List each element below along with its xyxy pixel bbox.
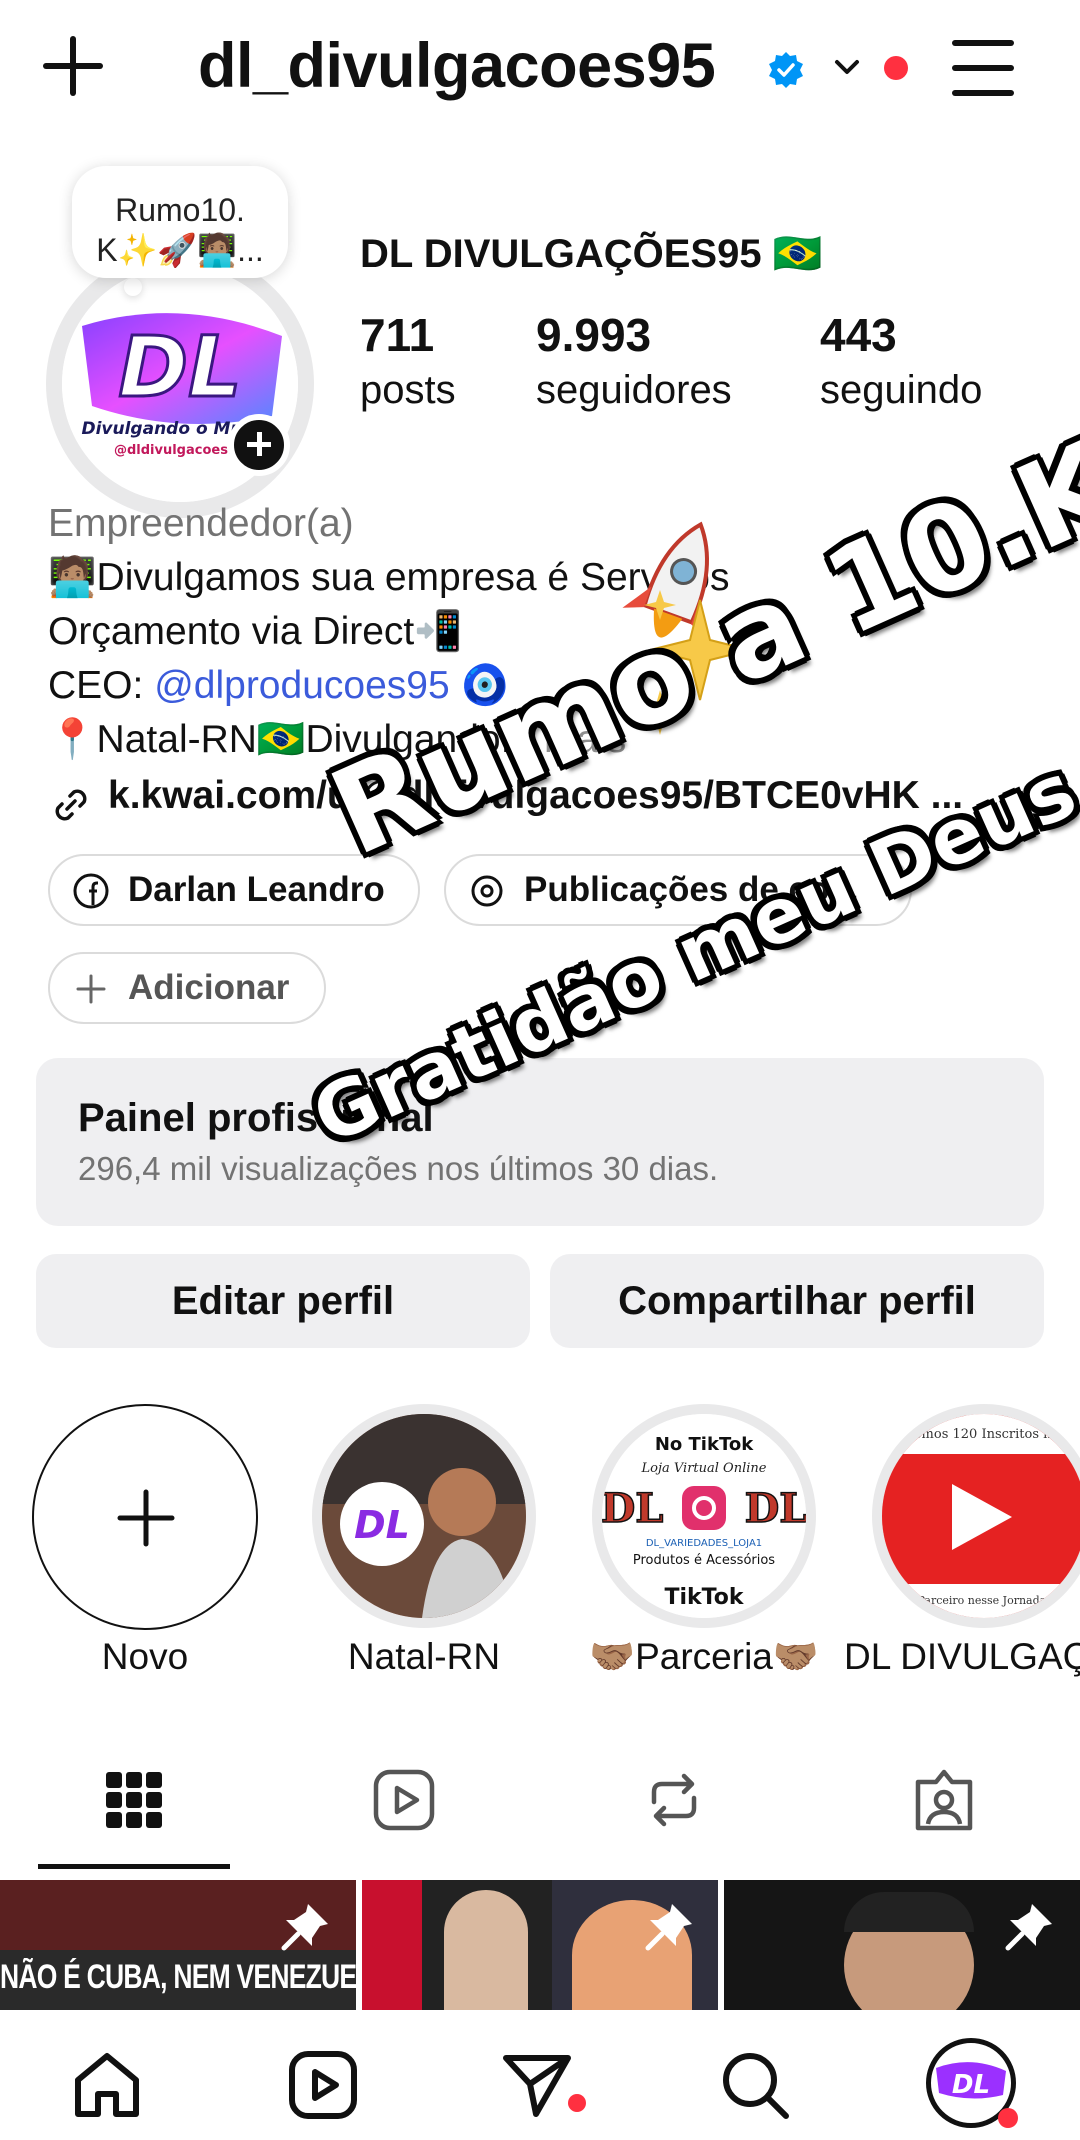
svg-text:DL: DL — [602, 1485, 663, 1532]
highlight-photo: No TikTok Loja Virtual Online DL DL DL_V… — [602, 1414, 806, 1618]
display-name: DL DIVULGAÇÕES95 🇧🇷 — [360, 232, 823, 276]
notification-dot — [568, 2094, 586, 2112]
mention-link[interactable]: @dlproducoes95 — [154, 664, 449, 707]
stat-label: seguindo — [820, 368, 983, 412]
home-icon[interactable] — [70, 2048, 144, 2122]
stat-posts[interactable]: 711 posts — [360, 308, 456, 413]
highlight-text: Estão já Somos 120 Inscritos no YouTube — [882, 1427, 1080, 1442]
stat-following[interactable]: 443 seguindo — [820, 308, 982, 413]
highlight-parceria[interactable]: No TikTok Loja Virtual Online DL DL DL_V… — [592, 1404, 816, 1628]
note-tail — [124, 278, 142, 296]
notification-dot — [884, 56, 908, 80]
top-bar: dl_divulgacoes95 — [0, 0, 1080, 140]
pin-icon — [1005, 1904, 1052, 1951]
bio-text: CEO: — [48, 664, 155, 707]
bio-line: Orçamento via Direct📲 — [48, 610, 463, 653]
avatar-handle: @dldivulgacoes95 — [114, 443, 246, 458]
highlight-text: DL_VARIEDADES_LOJA1 — [646, 1538, 762, 1549]
stat-number: 711 — [360, 309, 435, 361]
send-icon[interactable] — [500, 2048, 574, 2122]
highlight-photo: Estão já Somos 120 Inscritos no YouTube … — [882, 1414, 1080, 1618]
share-profile-button[interactable]: Compartilhar perfil — [550, 1254, 1044, 1348]
highlight-dl[interactable]: Estão já Somos 120 Inscritos no YouTube … — [872, 1404, 1080, 1628]
stat-number: 9.993 — [536, 309, 652, 361]
highlight-text: Loja Virtual Online — [641, 1461, 767, 1476]
chip-label: Adicionar — [128, 968, 290, 1007]
pin-icon — [281, 1904, 328, 1951]
stat-followers[interactable]: 9.993 seguidores — [536, 308, 732, 413]
highlight-natal[interactable]: DL — [312, 1404, 536, 1628]
post-caption: NÃO É CUBA, NEM VENEZUELA — [0, 1958, 356, 1996]
note-text: Rumo10. K✨🚀🧑🏽‍💻... — [96, 192, 264, 268]
highlight-logo: DL — [354, 1503, 410, 1547]
pin-icon — [645, 1904, 692, 1951]
search-icon[interactable] — [718, 2048, 792, 2122]
grid-post[interactable] — [724, 1880, 1080, 2010]
highlight-text: Seja Nosso Parceiro nesse Jornada Link A… — [882, 1594, 1080, 1607]
plus-icon — [117, 1489, 175, 1547]
profile-note[interactable]: Rumo10. K✨🚀🧑🏽‍💻... — [72, 166, 288, 278]
svg-text:DL: DL — [745, 1485, 806, 1532]
highlight-label: Novo — [101, 1636, 189, 1677]
reels-icon[interactable] — [286, 2048, 360, 2122]
stat-label: posts — [360, 368, 456, 412]
username-title[interactable]: dl_divulgacoes95 — [198, 30, 716, 102]
reposts-icon[interactable] — [642, 1768, 706, 1832]
verified-icon — [769, 52, 803, 88]
stat-label: seguidores — [536, 368, 732, 412]
edit-profile-button[interactable]: Editar perfil — [36, 1254, 530, 1348]
highlight-photo: DL — [322, 1414, 526, 1618]
highlight-text: No TikTok — [655, 1434, 754, 1455]
highlight-label: DL DIVULGAÇ — [844, 1636, 1080, 1677]
plus-icon — [76, 974, 106, 1004]
menu-icon[interactable] — [952, 38, 1014, 98]
link-icon — [55, 789, 87, 821]
highlight-label: 🤝🏽Parceria🤝🏽 — [589, 1636, 819, 1677]
facebook-icon — [73, 873, 109, 909]
profile-avatar-text: DL — [952, 2070, 990, 2100]
highlight-text: TikTok — [664, 1585, 744, 1610]
professional-dashboard[interactable]: Painel profissional 296,4 mil visualizaç… — [36, 1058, 1044, 1226]
threads-icon — [471, 875, 503, 907]
tagged-icon[interactable] — [912, 1768, 976, 1832]
highlight-label: Natal-RN — [347, 1636, 501, 1677]
stat-number: 443 — [820, 309, 897, 361]
notification-dot — [998, 2108, 1018, 2128]
grid-icon[interactable] — [102, 1768, 166, 1832]
new-highlight-button[interactable] — [32, 1404, 258, 1630]
highlight-text: Produtos é Acessórios — [633, 1553, 775, 1568]
add-story-icon[interactable] — [228, 414, 290, 476]
chip-label: Darlan Leandro — [128, 870, 385, 909]
add-chip[interactable]: Adicionar — [48, 952, 326, 1024]
reels-icon[interactable] — [372, 1768, 436, 1832]
chevron-down-icon[interactable] — [832, 52, 862, 82]
avatar-logo-text: DL — [118, 318, 241, 416]
active-tab-indicator — [38, 1864, 230, 1869]
plus-icon[interactable] — [38, 30, 108, 100]
dashboard-subtitle: 296,4 mil visualizações nos últimos 30 d… — [78, 1150, 719, 1187]
grid-post[interactable]: NÃO É CUBA, NEM VENEZUELA — [0, 1880, 356, 2010]
grid-post[interactable] — [362, 1880, 718, 2010]
bio-category: Empreendedor(a) — [48, 502, 354, 545]
